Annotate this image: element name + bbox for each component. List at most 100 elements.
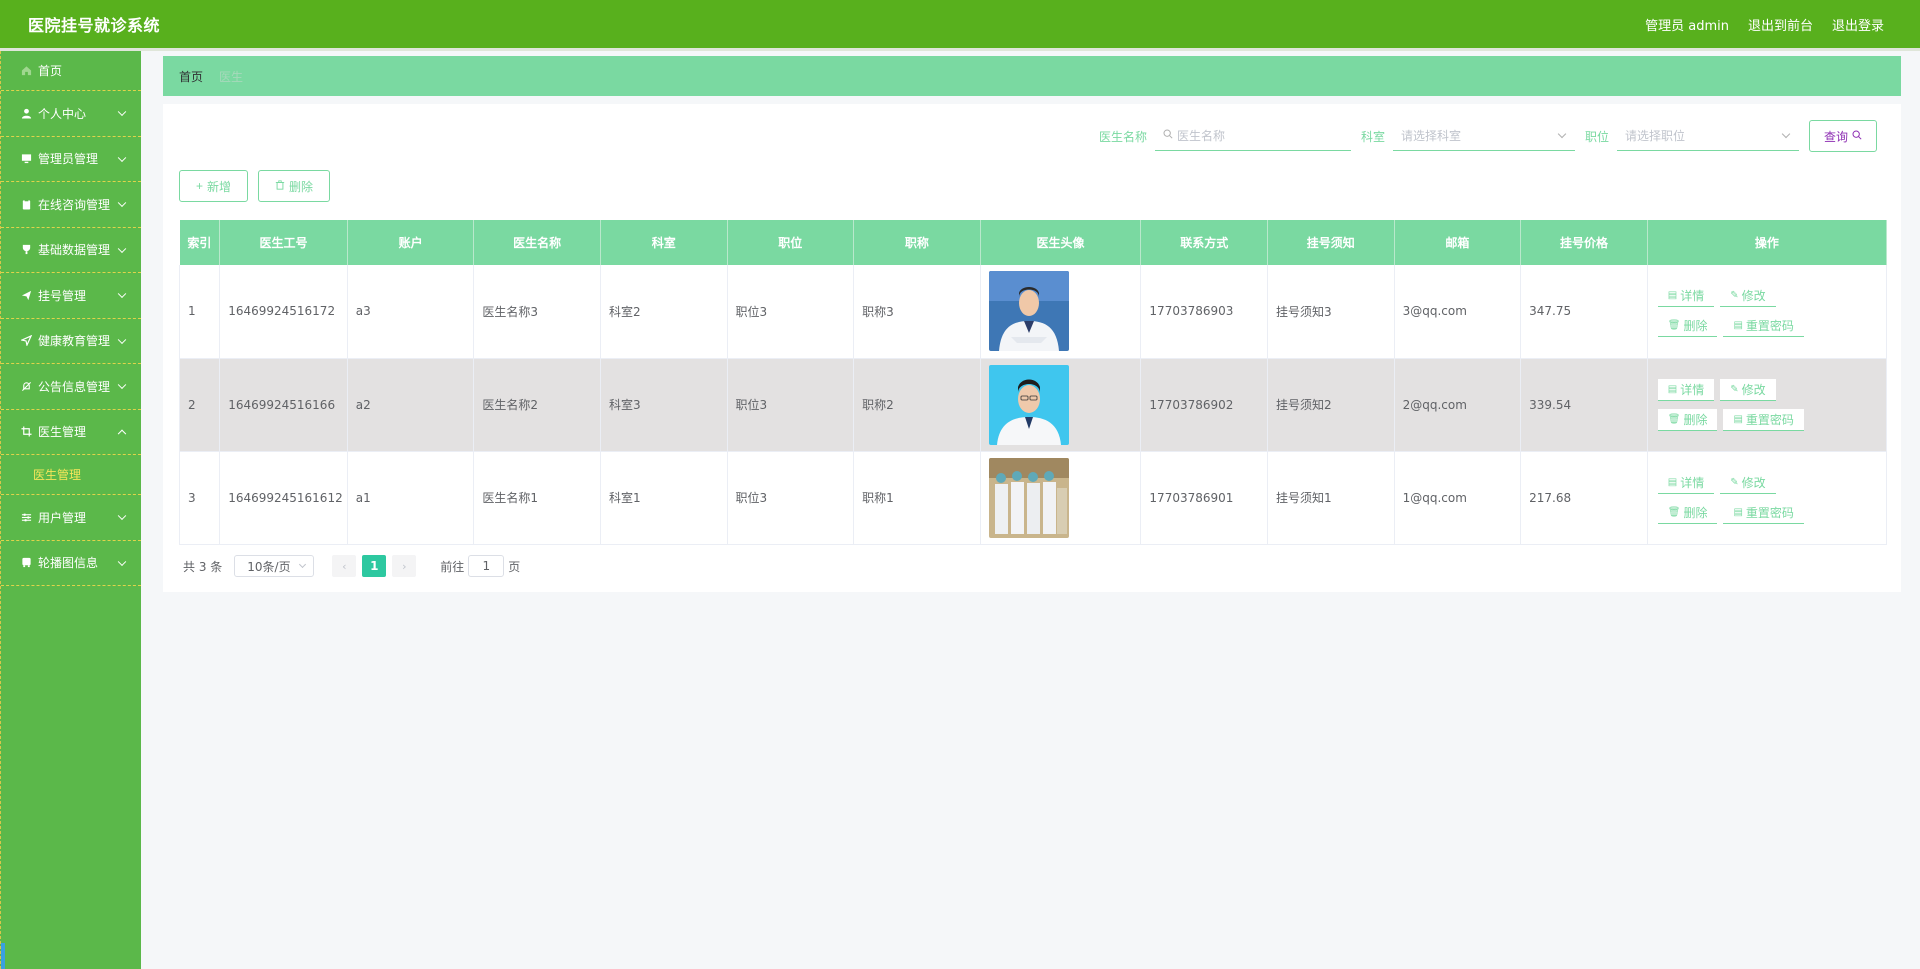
department-label: 科室 — [1360, 129, 1385, 144]
sidebar-item-doctor[interactable]: 医生管理 — [1, 410, 141, 455]
cell-avatar — [980, 265, 1142, 359]
doctor-table: 索引 医生工号 账户 医生名称 科室 职位 职称 医生头像 联系方式 挂号须知 … — [178, 220, 1888, 545]
pencil-icon: ✎ — [1730, 383, 1739, 395]
sidebar-item-users[interactable]: 用户管理 — [1, 495, 141, 541]
reset-password-button[interactable]: ▤ 重置密码 — [1723, 408, 1804, 431]
reset-password-label: 重置密码 — [1745, 505, 1794, 520]
sidebar-subitem-doctor-manage[interactable]: 医生管理 — [1, 455, 141, 495]
cell-code: 16469924516172 — [219, 265, 348, 359]
page-number-current[interactable]: 1 — [362, 555, 387, 577]
sidebar-item-label: 首页 — [38, 64, 63, 78]
column-header: 挂号价格 — [1520, 220, 1648, 265]
page-size-select[interactable]: 10条/页 — [234, 555, 315, 577]
cell-notice: 挂号须知3 — [1267, 265, 1395, 359]
chevron-down-icon — [117, 153, 127, 162]
chevron-down-icon — [1781, 129, 1791, 139]
pagination: 共 3 条 10条/页 ‹ 1 › 前往 1 页 — [183, 555, 520, 577]
trash-icon: 🗑 — [1667, 506, 1681, 518]
cell-position: 职位3 — [727, 358, 855, 452]
cell-ops: ▤ 详情 ✎ 修改 🗑 删除 ▤ 重置密码 — [1647, 451, 1888, 545]
detail-button[interactable]: ▤ 详情 — [1657, 378, 1715, 401]
cell-dept: 科室1 — [600, 451, 728, 545]
sidebar-item-health-edu[interactable]: 健康教育管理 — [1, 319, 141, 364]
sidebar-item-label: 基础数据管理 — [38, 243, 111, 258]
sidebar-item-notice[interactable]: 公告信息管理 — [1, 364, 141, 410]
exit-to-front-link[interactable]: 退出到前台 — [1748, 15, 1813, 34]
reset-password-button[interactable]: ▤ 重置密码 — [1723, 501, 1804, 524]
sidebar-item-home[interactable]: 首页 — [1, 51, 141, 91]
header-divider — [0, 48, 1920, 51]
document-icon: ▤ — [1667, 290, 1678, 302]
cell-notice: 挂号须知2 — [1267, 358, 1395, 452]
batch-delete-button[interactable]: 删除 — [258, 170, 331, 202]
current-user: 管理员 admin — [1645, 18, 1729, 34]
table-row[interactable]: 3 164699245161612 a1 医生名称1 科室1 职位3 职称1 1… — [178, 451, 1888, 545]
edit-label: 修改 — [1741, 289, 1766, 304]
cell-ops: ▤ 详情 ✎ 修改 🗑 删除 ▤ 重置密码 — [1647, 265, 1888, 359]
add-button[interactable]: + 新增 — [179, 170, 249, 202]
logout-link[interactable]: 退出登录 — [1832, 15, 1884, 34]
next-page-button[interactable]: › — [392, 555, 417, 577]
breadcrumb-home[interactable]: 首页 — [179, 68, 203, 85]
sidebar-item-admin[interactable]: 管理员管理 — [1, 137, 141, 182]
chevron-down-icon — [1557, 129, 1567, 139]
reset-password-button[interactable]: ▤ 重置密码 — [1723, 315, 1804, 338]
goto-page: 前往 1 页 — [440, 555, 520, 577]
doctor-avatar[interactable] — [988, 364, 1069, 445]
header-actions: 管理员 admin 退出到前台 退出登录 — [1645, 15, 1884, 34]
sidebar-item-registration[interactable]: 挂号管理 — [1, 273, 141, 319]
column-header: 邮箱 — [1394, 220, 1522, 265]
edit-button[interactable]: ✎ 修改 — [1720, 471, 1776, 494]
main-panel: 医生名称 医生名称 科室 请选择科室 职位 请选择职位 查询 + 新增 删除 索… — [163, 104, 1901, 592]
department-select[interactable]: 请选择科室 — [1392, 121, 1575, 151]
cell-phone: 17703786901 — [1140, 451, 1268, 545]
edit-button[interactable]: ✎ 修改 — [1720, 378, 1776, 401]
cell-title: 职称3 — [853, 265, 981, 359]
cell-email: 3@qq.com — [1394, 265, 1522, 359]
doctor-avatar[interactable] — [988, 457, 1069, 538]
delete-button[interactable]: 🗑 删除 — [1657, 408, 1718, 431]
chevron-down-icon — [299, 560, 307, 569]
sidebar-item-label: 用户管理 — [38, 510, 87, 525]
column-header: 职称 — [853, 220, 981, 265]
document-icon: ▤ — [1667, 383, 1678, 395]
doctor-avatar[interactable] — [988, 271, 1069, 352]
action-toolbar: + 新增 删除 — [179, 170, 331, 202]
breadcrumb-current: 医生 — [219, 69, 244, 84]
sidebar-item-basic-data[interactable]: 基础数据管理 — [1, 228, 141, 273]
cell-name: 医生名称1 — [473, 451, 601, 545]
goto-page-input[interactable]: 1 — [468, 555, 505, 577]
query-button[interactable]: 查询 — [1808, 120, 1877, 152]
delete-label: 删除 — [1683, 505, 1708, 520]
query-button-label: 查询 — [1823, 129, 1848, 144]
edit-label: 修改 — [1741, 382, 1766, 397]
detail-button[interactable]: ▤ 详情 — [1657, 285, 1715, 308]
delete-button[interactable]: 🗑 删除 — [1657, 315, 1718, 338]
sidebar-item-label: 管理员管理 — [38, 152, 99, 167]
delete-button[interactable]: 🗑 删除 — [1657, 501, 1718, 524]
detail-label: 详情 — [1680, 382, 1705, 397]
cell-account: a1 — [347, 451, 475, 545]
sidebar-item-consult[interactable]: 在线咨询管理 — [1, 182, 141, 228]
department-placeholder: 请选择科室 — [1400, 129, 1461, 143]
chevron-down-icon — [117, 557, 127, 566]
chevron-down-icon — [117, 198, 127, 208]
sidebar-scroll-indicator — [1, 943, 5, 969]
cell-avatar — [980, 358, 1142, 452]
sidebar-item-carousel[interactable]: 轮播图信息 — [1, 541, 141, 586]
position-select[interactable]: 请选择职位 — [1616, 121, 1799, 151]
goto-prefix: 前往 — [440, 559, 465, 574]
edit-label: 修改 — [1741, 475, 1766, 490]
sidebar-item-personal[interactable]: 个人中心 — [1, 91, 141, 137]
cell-index: 1 — [178, 265, 221, 359]
column-header: 医生头像 — [980, 220, 1142, 265]
detail-button[interactable]: ▤ 详情 — [1657, 471, 1715, 494]
prev-page-button[interactable]: ‹ — [332, 555, 357, 577]
table-row[interactable]: 2 16469924516166 a2 医生名称2 科室3 职位3 职称2 17… — [178, 358, 1888, 452]
edit-button[interactable]: ✎ 修改 — [1720, 285, 1776, 308]
sliders-icon — [20, 511, 32, 523]
table-row[interactable]: 1 16469924516172 a3 医生名称3 科室2 职位3 职称3 17… — [178, 265, 1888, 359]
cell-ops: ▤ 详情 ✎ 修改 🗑 删除 ▤ 重置密码 — [1647, 358, 1888, 452]
doctor-name-input[interactable]: 医生名称 — [1154, 121, 1351, 151]
cell-name: 医生名称2 — [473, 358, 601, 452]
